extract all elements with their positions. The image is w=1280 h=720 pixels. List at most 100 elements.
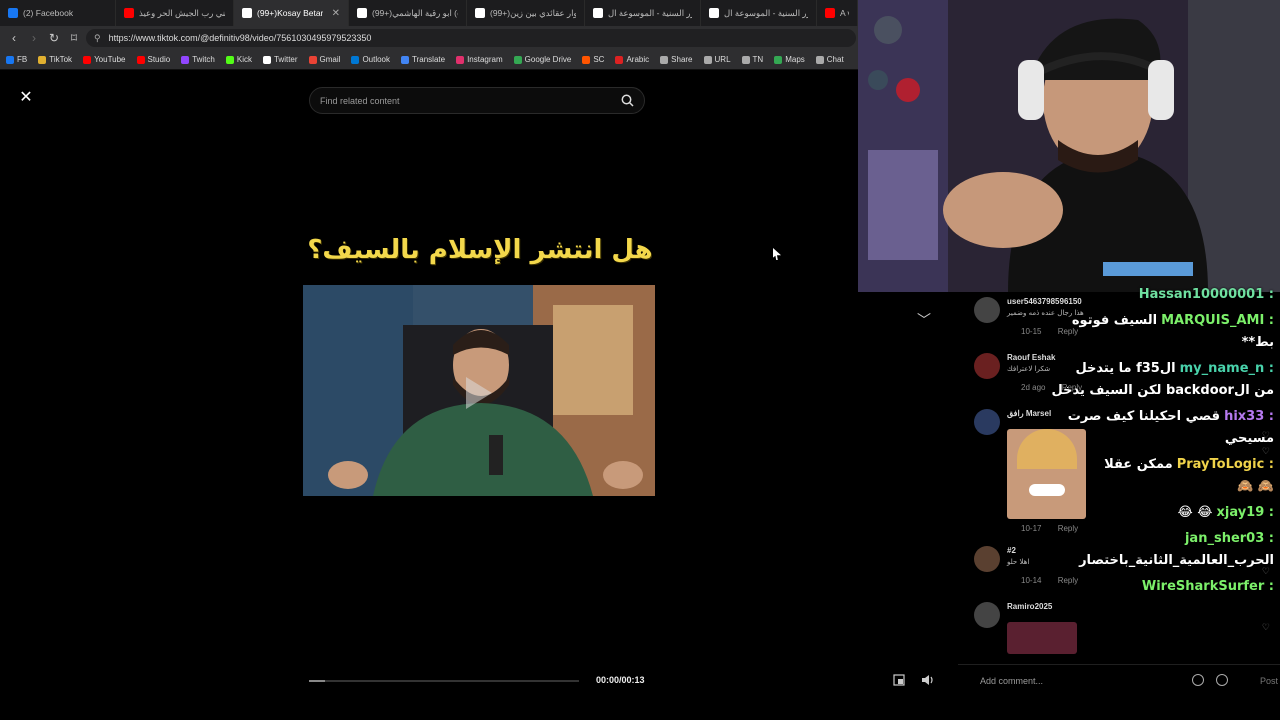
bookmark-item[interactable]: Translate bbox=[401, 55, 445, 64]
chat-username[interactable]: my_name_n : bbox=[1180, 361, 1274, 376]
tab-favicon-icon bbox=[825, 8, 835, 18]
bookmark-icon bbox=[262, 55, 271, 64]
bookmark-item[interactable]: URL bbox=[703, 55, 731, 64]
bookmark-label: Twitch bbox=[192, 55, 215, 64]
bookmark-item[interactable]: Gmail bbox=[308, 55, 340, 64]
forward-icon[interactable]: › bbox=[24, 31, 44, 45]
comment-sticker-image[interactable] bbox=[1007, 429, 1086, 519]
reply-button[interactable]: Reply bbox=[1058, 327, 1078, 336]
tab-favicon-icon bbox=[357, 8, 367, 18]
avatar[interactable] bbox=[974, 602, 1000, 628]
comment-username[interactable]: Ramiro2025 bbox=[1007, 602, 1052, 611]
chat-username[interactable]: MARQUIS_AMI : bbox=[1161, 313, 1274, 328]
volume-icon[interactable] bbox=[921, 674, 935, 686]
reload-icon[interactable]: ↻ bbox=[44, 31, 64, 45]
comment-text: شكرا لاعترافك bbox=[1007, 365, 1051, 373]
bookmark-item[interactable]: Google Drive bbox=[513, 55, 571, 64]
bookmark-icon bbox=[741, 55, 750, 64]
bookmark-item[interactable]: Arabic bbox=[615, 55, 649, 64]
search-icon[interactable] bbox=[621, 94, 634, 107]
bookmark-item[interactable]: YouTube bbox=[83, 55, 126, 64]
bookmark-item[interactable]: Chat bbox=[815, 55, 844, 64]
chat-username[interactable]: Hassan10000001 : bbox=[1139, 287, 1274, 302]
browser-tab[interactable]: (2) Facebook bbox=[0, 0, 116, 26]
bookmark-item[interactable]: Twitter bbox=[262, 55, 298, 64]
bookmark-item[interactable]: Studio bbox=[136, 55, 170, 64]
emoji-icon[interactable] bbox=[1216, 674, 1228, 686]
browser-tab[interactable]: A vid bbox=[817, 0, 858, 26]
comment-date: 2d ago bbox=[1021, 383, 1046, 392]
bookmark-item[interactable]: Share bbox=[660, 55, 693, 64]
bookmark-item[interactable]: TN bbox=[741, 55, 763, 64]
bookmark-item[interactable]: Instagram bbox=[456, 55, 503, 64]
comment-username[interactable]: #2 bbox=[1007, 546, 1016, 555]
tab-label: (2) Facebook bbox=[23, 8, 74, 18]
avatar[interactable] bbox=[974, 297, 1000, 323]
site-settings-icon[interactable]: ⚲ bbox=[94, 33, 101, 44]
close-icon[interactable]: ✕ bbox=[18, 90, 34, 106]
like-icon[interactable]: ♡ bbox=[1262, 622, 1270, 633]
bookmark-icon bbox=[401, 55, 410, 64]
mouse-cursor-icon bbox=[773, 248, 781, 260]
bookmark-label: URL bbox=[714, 55, 731, 64]
comment-item: رافق Marsel 10-17 Reply bbox=[974, 409, 1104, 539]
bookmark-item[interactable]: Twitch bbox=[181, 55, 215, 64]
post-button[interactable]: Post bbox=[1260, 676, 1278, 686]
mention-icon[interactable] bbox=[1192, 674, 1204, 686]
add-comment-field[interactable]: Add comment... Post bbox=[958, 664, 1280, 696]
like-icon[interactable]: ♡ bbox=[1262, 446, 1270, 457]
bookmark-icon bbox=[225, 55, 234, 64]
chevron-down-icon[interactable]: ﹀ bbox=[917, 310, 931, 330]
chat-username[interactable]: WireSharkSurfer : bbox=[1142, 579, 1274, 594]
comment-sticker-image[interactable] bbox=[1007, 622, 1077, 654]
bookmark-label: Translate bbox=[412, 55, 446, 64]
video-frame[interactable] bbox=[303, 285, 655, 496]
progress-bar[interactable] bbox=[309, 680, 579, 682]
search-placeholder: Find related content bbox=[320, 95, 400, 106]
tab-label: (99+)حوار عقائدي بين زين bbox=[490, 7, 576, 18]
bookmark-icon[interactable]: ⌑ bbox=[64, 31, 84, 45]
play-icon[interactable] bbox=[466, 377, 492, 409]
search-input[interactable]: Find related content bbox=[309, 87, 645, 114]
bookmark-icon bbox=[660, 55, 669, 64]
browser-tab[interactable]: (99+)حوار عقائدي بين زين bbox=[467, 0, 585, 26]
bookmark-icon bbox=[456, 55, 465, 64]
chat-username[interactable]: jan_sher03 : bbox=[1185, 531, 1274, 546]
like-icon[interactable]: ♡ bbox=[1262, 566, 1270, 577]
tab-favicon-icon bbox=[593, 8, 603, 18]
chat-message: ما يتدخل f35ال my_name_n : bbox=[1075, 361, 1274, 376]
bookmark-item[interactable]: FB bbox=[6, 55, 27, 64]
reply-button[interactable]: Reply bbox=[1058, 524, 1078, 533]
reply-button[interactable]: Reply bbox=[1058, 576, 1078, 585]
avatar[interactable] bbox=[974, 353, 1000, 379]
comment-username[interactable]: user5463798596150 bbox=[1007, 297, 1082, 306]
back-icon[interactable]: ‹ bbox=[4, 31, 24, 45]
chat-message-text: السيف فوتوه bbox=[1071, 313, 1158, 328]
tab-close-icon[interactable]: ✕ bbox=[332, 8, 340, 19]
avatar[interactable] bbox=[974, 409, 1000, 435]
chat-username[interactable]: xjay19 : bbox=[1216, 505, 1274, 520]
chat-message: قصي احكيلنا كيف صرت hix33 : bbox=[1068, 409, 1274, 424]
picture-in-picture-icon[interactable] bbox=[893, 674, 905, 686]
browser-tab[interactable]: (99+)ابو رقية الهاشمي (@ bbox=[349, 0, 467, 26]
bookmark-item[interactable]: TikTok bbox=[38, 55, 72, 64]
browser-tab[interactable]: الدرر السنية - الموسوعة ال bbox=[701, 0, 817, 26]
chat-username[interactable]: hix33 : bbox=[1224, 409, 1274, 424]
bookmark-item[interactable]: SC bbox=[582, 55, 604, 64]
comment-username[interactable]: رافق Marsel bbox=[1007, 409, 1051, 418]
chat-message-text: لكن السيف يدخل backdoorمن ال bbox=[1051, 383, 1274, 398]
address-bar[interactable]: ⚲ https://www.tiktok.com/@definitiv98/vi… bbox=[86, 29, 856, 47]
browser-tab[interactable]: عيني رب الجيش الحر وعيذ bbox=[116, 0, 234, 26]
chat-message-text: 🙈 🙈 bbox=[1237, 479, 1274, 494]
comment-username[interactable]: Raouf Eshak bbox=[1007, 353, 1055, 362]
bookmark-item[interactable]: Outlook bbox=[351, 55, 390, 64]
bookmark-label: SC bbox=[593, 55, 605, 64]
browser-tab[interactable]: (99+)Kosay Betar (@ ✕ bbox=[234, 0, 349, 26]
avatar[interactable] bbox=[974, 546, 1000, 572]
chat-username[interactable]: PrayToLogic : bbox=[1177, 457, 1274, 472]
bookmark-item[interactable]: Maps bbox=[774, 55, 805, 64]
chat-message: jan_sher03 : bbox=[1181, 531, 1274, 546]
like-icon[interactable]: ♡ bbox=[1262, 430, 1270, 441]
bookmark-item[interactable]: Kick bbox=[225, 55, 252, 64]
browser-tab[interactable]: الدرر السنية - الموسوعة ال bbox=[585, 0, 701, 26]
